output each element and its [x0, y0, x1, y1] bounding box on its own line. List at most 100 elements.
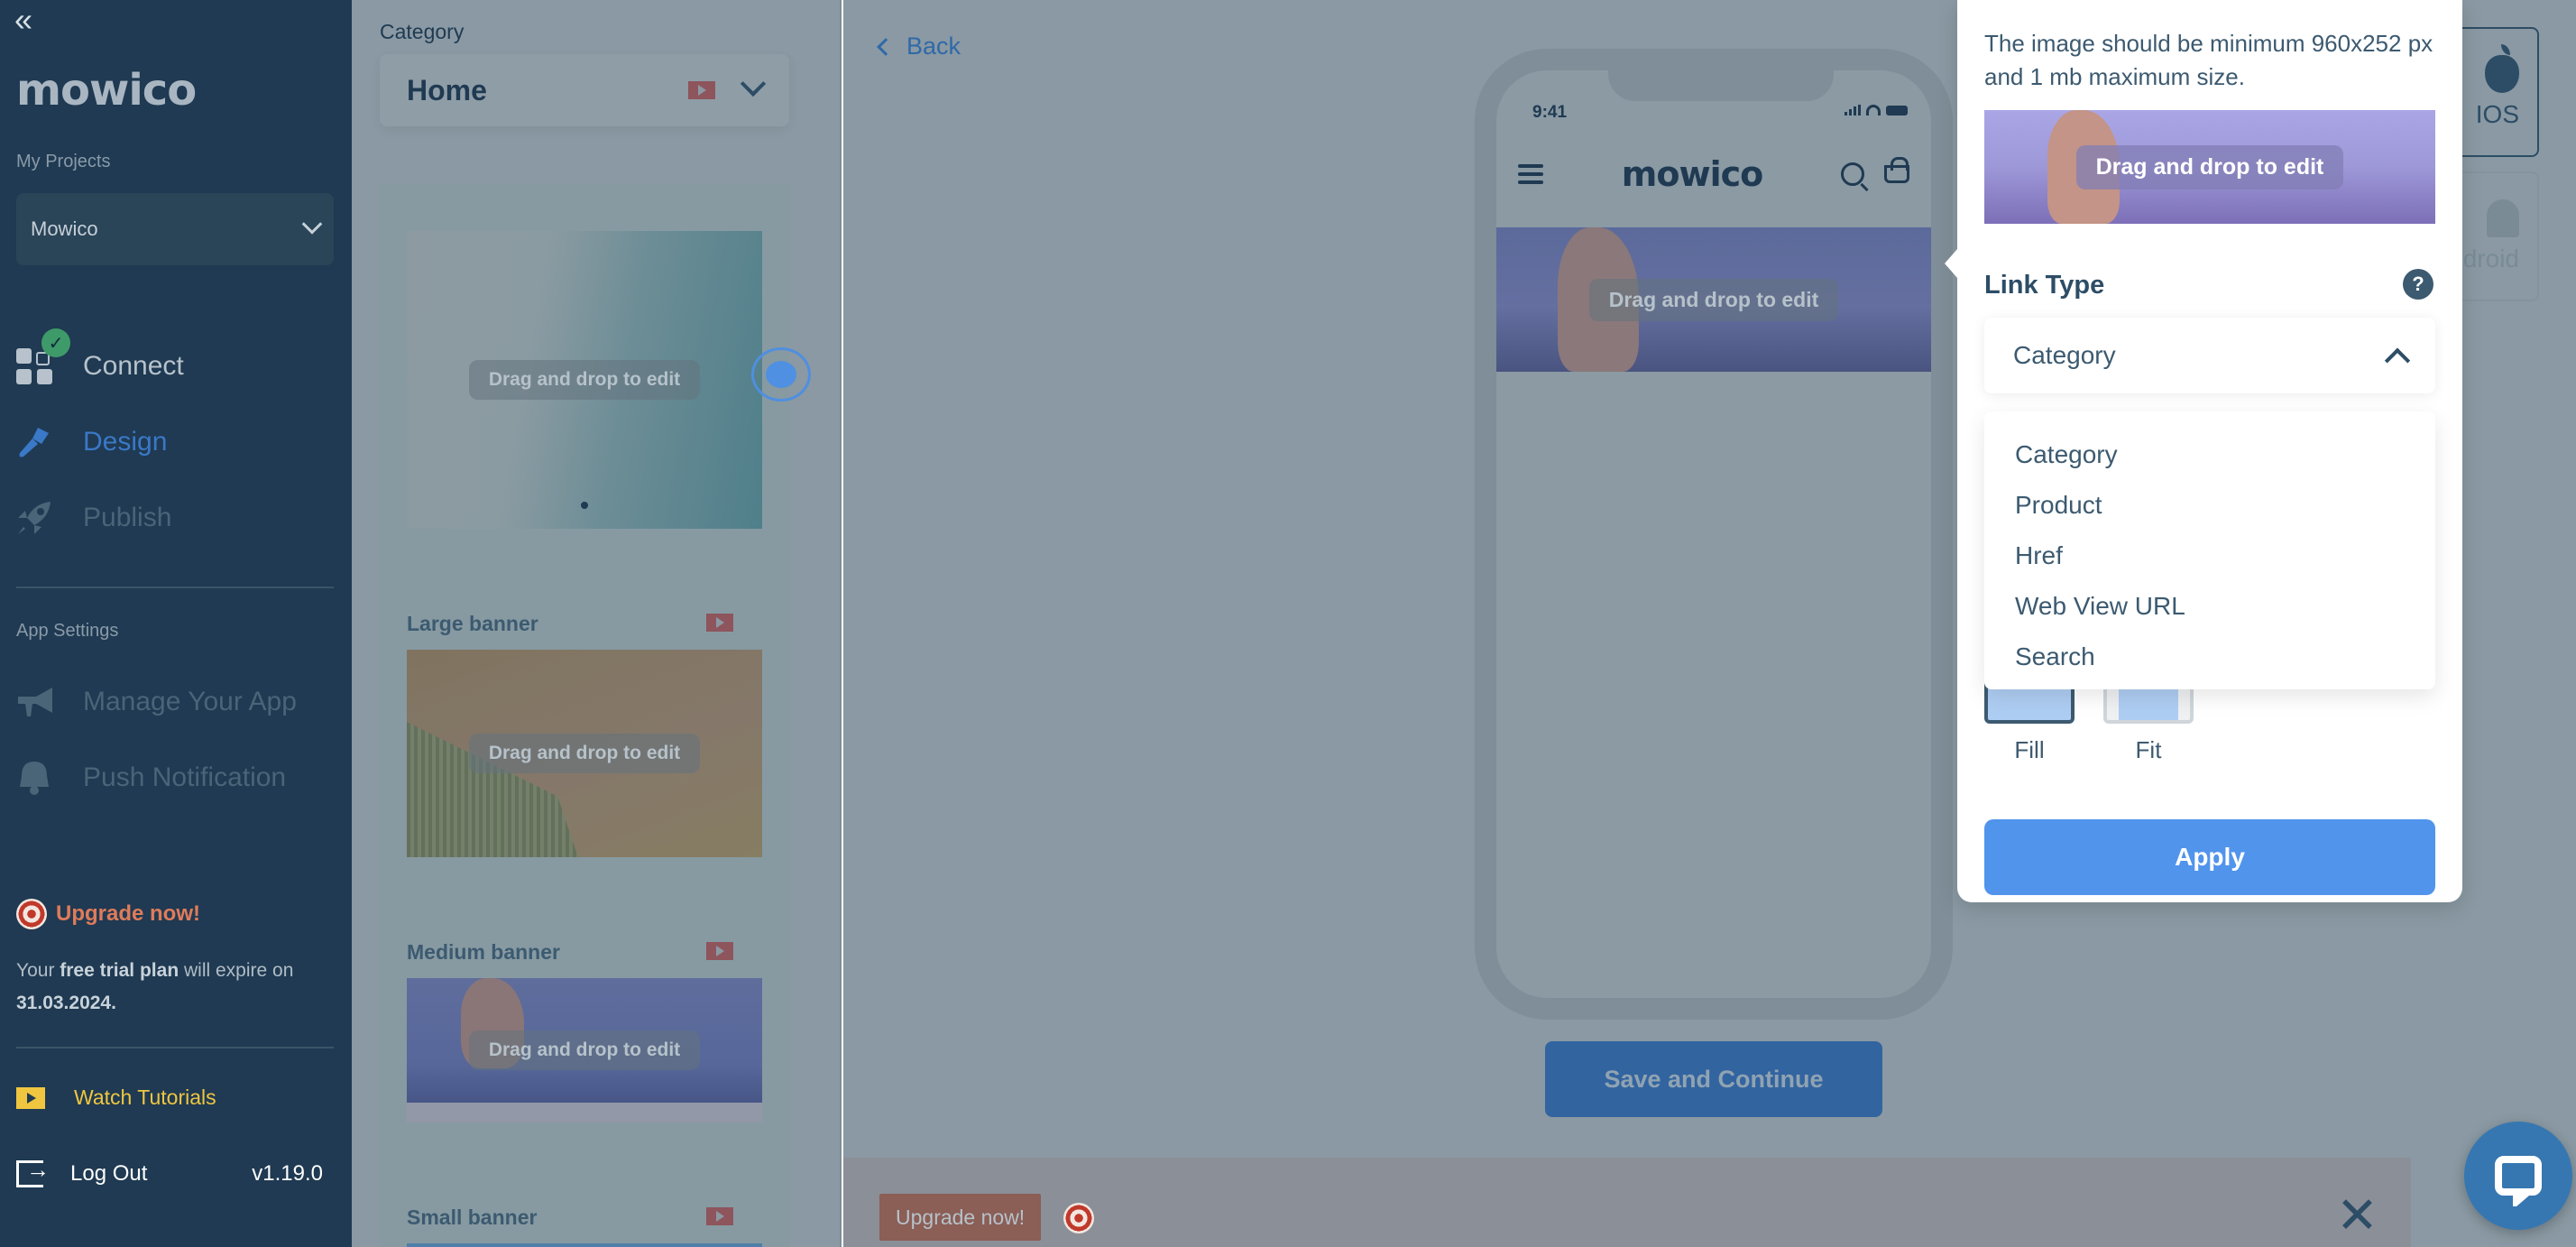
megaphone-icon — [16, 684, 52, 720]
bell-icon — [16, 760, 52, 796]
back-label: Back — [906, 32, 961, 60]
image-size-hint: The image should be minimum 960x252 px a… — [1984, 30, 2433, 90]
fit-label: Fill — [2014, 736, 2045, 763]
logout-icon — [16, 1156, 50, 1187]
component-title: Large banner — [407, 612, 538, 635]
video-tutorial-icon[interactable] — [706, 614, 733, 632]
projects-label: My Projects — [16, 152, 111, 171]
link-type-select[interactable]: Category — [1984, 318, 2435, 393]
slider-image[interactable]: Drag and drop to edit — [407, 231, 762, 529]
logout-label: Log Out — [70, 1161, 148, 1186]
save-and-continue-button[interactable]: Save and Continue — [1545, 1041, 1882, 1117]
nav-label: Manage Your App — [83, 687, 297, 716]
phone-screen: 9:41 mowico Drag and drop to edit — [1496, 70, 1931, 998]
sidebar: « mowico My Projects Mowico ✓ Connect De… — [0, 0, 352, 1247]
component-title: Small banner — [407, 1205, 538, 1229]
drag-hint: Drag and drop to edit — [468, 1030, 701, 1070]
status-time: 9:41 — [1532, 103, 1568, 122]
trial-plan-name: free trial plan — [60, 960, 179, 981]
check-icon: ✓ — [41, 328, 70, 357]
nav-label: Push Notification — [83, 762, 287, 792]
dropdown-option-href[interactable]: Href — [1984, 531, 2435, 581]
chevron-down-icon — [740, 70, 767, 97]
nav-item-connect[interactable]: ✓ Connect — [16, 328, 184, 384]
trial-notice: Your free trial plan will expire on 31.0… — [16, 955, 332, 1020]
nav-label: Connect — [83, 351, 184, 381]
drag-hint: Drag and drop to edit — [1588, 278, 1839, 321]
app-version: v1.19.0 — [252, 1161, 323, 1186]
video-tutorial-icon[interactable] — [706, 942, 733, 960]
upgrade-now-button[interactable]: Upgrade now! — [879, 1194, 1042, 1241]
category-label: Category — [380, 20, 465, 43]
target-icon — [1063, 1203, 1094, 1233]
signal-icon — [1845, 105, 1861, 115]
platform-label: IOS — [2475, 100, 2519, 128]
help-icon[interactable]: ? — [2403, 269, 2433, 300]
grid-icon: ✓ — [16, 328, 70, 384]
android-icon — [2487, 199, 2519, 237]
drag-hint: Drag and drop to edit — [2075, 144, 2344, 189]
medium-banner-image[interactable]: Drag and drop to edit — [407, 978, 762, 1122]
link-type-dropdown: Category Product Href Web View URL Searc… — [1984, 411, 2435, 689]
phone-notch — [1608, 70, 1834, 101]
phone-app-logo: mowico — [1621, 154, 1763, 194]
brand-logo: mowico — [16, 65, 197, 115]
phone-app-bar: mowico — [1496, 143, 1931, 206]
component-title: Medium banner — [407, 940, 560, 964]
image-upload-dropzone[interactable]: Drag and drop to edit — [1984, 110, 2435, 224]
chevron-left-icon — [877, 37, 895, 56]
category-select-value: Home — [407, 73, 487, 106]
sidebar-divider — [16, 587, 334, 588]
live-chat-button[interactable] — [2464, 1122, 2572, 1230]
dropdown-option-category[interactable]: Category — [1984, 430, 2435, 480]
video-tutorial-icon[interactable] — [688, 81, 715, 99]
trial-suffix: will expire on — [179, 960, 294, 981]
large-banner-image[interactable]: Drag and drop to edit — [407, 650, 762, 857]
search-icon[interactable] — [1841, 162, 1864, 186]
fit-label: Fit — [2135, 736, 2162, 763]
target-icon — [16, 899, 47, 929]
video-icon — [16, 1086, 45, 1109]
wifi-icon — [1866, 105, 1881, 115]
nav-item-design[interactable]: Design — [16, 424, 167, 460]
trial-expiry-date: 31.03.2024. — [16, 993, 116, 1013]
chevron-down-icon — [301, 214, 323, 235]
dropdown-option-product[interactable]: Product — [1984, 480, 2435, 531]
drag-handle[interactable] — [751, 347, 811, 402]
popover-arrow — [1945, 249, 1957, 278]
basket-icon[interactable] — [1884, 157, 1909, 183]
close-icon[interactable]: ✕ — [2336, 1190, 2378, 1241]
battery-icon — [1886, 105, 1908, 115]
tutorials-label: Watch Tutorials — [74, 1085, 216, 1109]
nav-label: Publish — [83, 503, 172, 532]
logout-row: Log Out v1.19.0 — [16, 1156, 323, 1187]
apply-button[interactable]: Apply — [1984, 819, 2435, 895]
sidebar-divider — [16, 1047, 334, 1048]
phone-preview: 9:41 mowico Drag and drop to edit — [1475, 49, 1953, 1020]
drag-hint: Drag and drop to edit — [468, 734, 701, 773]
link-type-label: Link Type — [1984, 271, 2105, 300]
category-panel: Category Home Drag and drop to edit Larg… — [352, 0, 842, 1247]
back-button[interactable]: Back — [877, 32, 961, 60]
dropdown-option-web-view-url[interactable]: Web View URL — [1984, 581, 2435, 632]
nav-label: Design — [83, 427, 168, 457]
dropdown-option-search[interactable]: Search — [1984, 632, 2435, 682]
category-select[interactable]: Home — [380, 54, 789, 126]
nav-item-push-notification[interactable]: Push Notification — [16, 760, 286, 796]
video-tutorial-icon[interactable] — [706, 1207, 733, 1225]
nav-item-publish[interactable]: Publish — [16, 500, 171, 536]
project-select[interactable]: Mowico — [16, 193, 334, 265]
collapse-sidebar-icon[interactable]: « — [14, 4, 32, 36]
watch-tutorials-link[interactable]: Watch Tutorials — [16, 1085, 216, 1110]
slider-dot — [581, 502, 588, 509]
chevron-up-icon — [2384, 347, 2411, 374]
phone-banner[interactable]: Drag and drop to edit — [1496, 227, 1931, 372]
upgrade-now-link[interactable]: Upgrade now! — [16, 899, 200, 929]
paintbrush-icon — [16, 424, 52, 460]
nav-item-manage-your-app[interactable]: Manage Your App — [16, 684, 297, 720]
logout-button[interactable]: Log Out — [16, 1156, 148, 1187]
small-banner-image[interactable] — [407, 1243, 762, 1247]
status-icons — [1845, 105, 1908, 115]
menu-icon[interactable] — [1518, 164, 1543, 184]
link-type-value: Category — [2013, 341, 2116, 369]
